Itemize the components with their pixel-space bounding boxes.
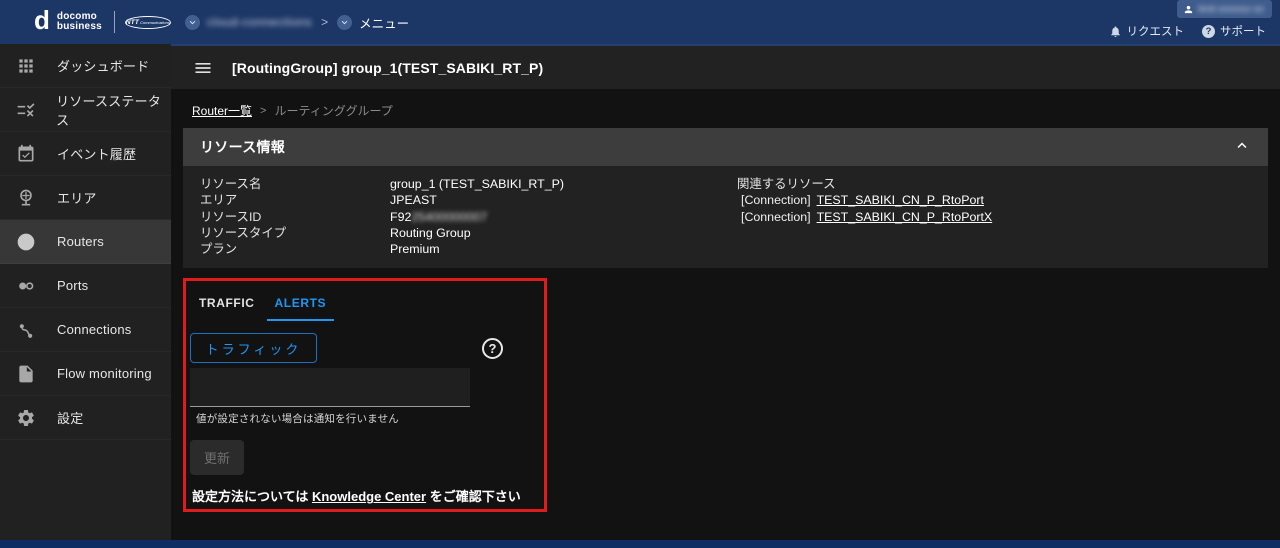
breadcrumb: Router一覧 > ルーティンググループ bbox=[171, 89, 1280, 128]
sidebar-item-flow-monitoring[interactable]: Flow monitoring bbox=[0, 352, 171, 396]
support-button[interactable]: ? サポート bbox=[1202, 23, 1266, 39]
breadcrumb-current: ルーティンググループ bbox=[274, 102, 392, 119]
update-button[interactable]: 更新 bbox=[190, 440, 244, 475]
bottom-accent-bar bbox=[0, 540, 1280, 548]
resource-fields: リソース名 group_1 (TEST_SABIKI_RT_P) エリア JPE… bbox=[200, 176, 737, 257]
gear-icon bbox=[9, 408, 43, 428]
threshold-helper-text: 値が設定されない場合は通知を行いません bbox=[196, 411, 544, 426]
docomo-business-logo: d docomo business bbox=[34, 11, 102, 33]
area-value: JPEAST bbox=[390, 192, 737, 208]
workspace-menu-group: cloud-connections > メニュー bbox=[185, 13, 409, 32]
sidebar-item-settings[interactable]: 設定 bbox=[0, 396, 171, 440]
document-icon bbox=[9, 364, 43, 384]
resource-name-value: group_1 (TEST_SABIKI_RT_P) bbox=[390, 176, 737, 192]
bell-icon bbox=[1109, 25, 1122, 38]
request-button[interactable]: リクエスト bbox=[1109, 23, 1185, 39]
brand-line2: business bbox=[57, 22, 102, 32]
connection-link-2[interactable]: TEST_SABIKI_CN_P_RtoPortX bbox=[817, 210, 993, 224]
knowledge-center-link[interactable]: Knowledge Center bbox=[312, 489, 426, 504]
app-root: d docomo business NTT Communications clo… bbox=[0, 0, 1280, 548]
resource-id-redacted: 25400000007 bbox=[411, 210, 487, 224]
sidebar-item-dashboard[interactable]: ダッシュボード bbox=[0, 44, 171, 88]
brand-divider bbox=[114, 11, 115, 33]
topbar-right-group: test-xxxxxx-xx リクエスト ? サポート bbox=[1020, 0, 1280, 44]
tab-alerts[interactable]: ALERTS bbox=[267, 294, 335, 321]
user-name-redacted: test-xxxxxx-xx bbox=[1198, 3, 1264, 15]
threshold-input[interactable] bbox=[190, 368, 470, 406]
hamburger-menu-icon[interactable] bbox=[193, 58, 213, 78]
connection-link-1[interactable]: TEST_SABIKI_CN_P_RtoPort bbox=[817, 193, 984, 207]
plan-value: Premium bbox=[390, 241, 737, 257]
workspace-chevron-down-icon[interactable] bbox=[185, 15, 200, 30]
workspace-separator: > bbox=[321, 15, 328, 29]
knowledge-center-note: 設定方法については Knowledge Center をご確認下さい bbox=[192, 486, 544, 505]
resource-info-title: リソース情報 bbox=[200, 137, 285, 157]
sidebar-item-connections[interactable]: Connections bbox=[0, 308, 171, 352]
help-outline-icon[interactable]: ? bbox=[482, 338, 503, 359]
related-resource-row: [Connection]TEST_SABIKI_CN_P_RtoPort bbox=[737, 192, 1252, 208]
related-resources: 関連するリソース [Connection]TEST_SABIKI_CN_P_Rt… bbox=[737, 176, 1252, 257]
sidebar-item-ports[interactable]: Ports bbox=[0, 264, 171, 308]
sidebar-item-event-history[interactable]: イベント履歴 bbox=[0, 132, 171, 176]
help-icon: ? bbox=[1202, 25, 1215, 38]
collapse-chevron-up-icon[interactable] bbox=[1233, 138, 1251, 156]
breadcrumb-router-list-link[interactable]: Router一覧 bbox=[192, 102, 252, 119]
menu-chevron-down-icon[interactable] bbox=[337, 15, 352, 30]
tab-traffic[interactable]: TRAFFIC bbox=[199, 294, 255, 321]
grid-icon bbox=[9, 56, 43, 76]
connections-icon bbox=[9, 320, 43, 340]
threshold-input-wrapper bbox=[190, 368, 470, 407]
traffic-alerts-tabbar: TRAFFIC ALERTS bbox=[199, 294, 544, 321]
alerts-settings-section-highlighted: TRAFFIC ALERTS トラフィック ? 値が設定されない場合は通知を行い… bbox=[183, 278, 547, 512]
resource-info-panel: リソース情報 リソース名 group_1 (TEST_SABIKI_RT_P) … bbox=[183, 128, 1268, 268]
sidebar-item-resource-status[interactable]: リソースステータス bbox=[0, 88, 171, 132]
sidebar-item-routers[interactable]: Routers bbox=[0, 220, 171, 264]
ports-icon bbox=[9, 276, 43, 296]
router-icon bbox=[9, 232, 43, 252]
globe-icon bbox=[9, 188, 43, 208]
page-title: [RoutingGroup] group_1(TEST_SABIKI_RT_P) bbox=[232, 60, 543, 76]
related-resources-title: 関連するリソース bbox=[737, 176, 1252, 192]
user-account-chip[interactable]: test-xxxxxx-xx bbox=[1177, 0, 1272, 18]
sidebar-item-area[interactable]: エリア bbox=[0, 176, 171, 220]
main-content: [RoutingGroup] group_1(TEST_SABIKI_RT_P)… bbox=[171, 44, 1280, 540]
traffic-select-button[interactable]: トラフィック bbox=[190, 333, 317, 363]
workspace-name-redacted[interactable]: cloud-connections bbox=[207, 15, 312, 29]
calendar-check-icon bbox=[9, 144, 43, 164]
menu-label[interactable]: メニュー bbox=[359, 13, 409, 32]
related-resource-row: [Connection]TEST_SABIKI_CN_P_RtoPortX bbox=[737, 209, 1252, 225]
sidebar: ダッシュボード リソースステータス イベント履歴 エリア bbox=[0, 44, 171, 540]
top-navigation-bar: d docomo business NTT Communications clo… bbox=[0, 0, 1280, 44]
rule-icon bbox=[9, 100, 42, 120]
page-titlebar: [RoutingGroup] group_1(TEST_SABIKI_RT_P) bbox=[171, 44, 1280, 89]
resource-id-value: F9225400000007 bbox=[390, 209, 737, 225]
ntt-communications-logo: NTT Communications bbox=[125, 16, 171, 29]
breadcrumb-separator: > bbox=[260, 105, 266, 117]
person-icon bbox=[1183, 4, 1194, 15]
resource-type-value: Routing Group bbox=[390, 225, 737, 241]
docomo-d-glyph: d bbox=[34, 9, 50, 31]
